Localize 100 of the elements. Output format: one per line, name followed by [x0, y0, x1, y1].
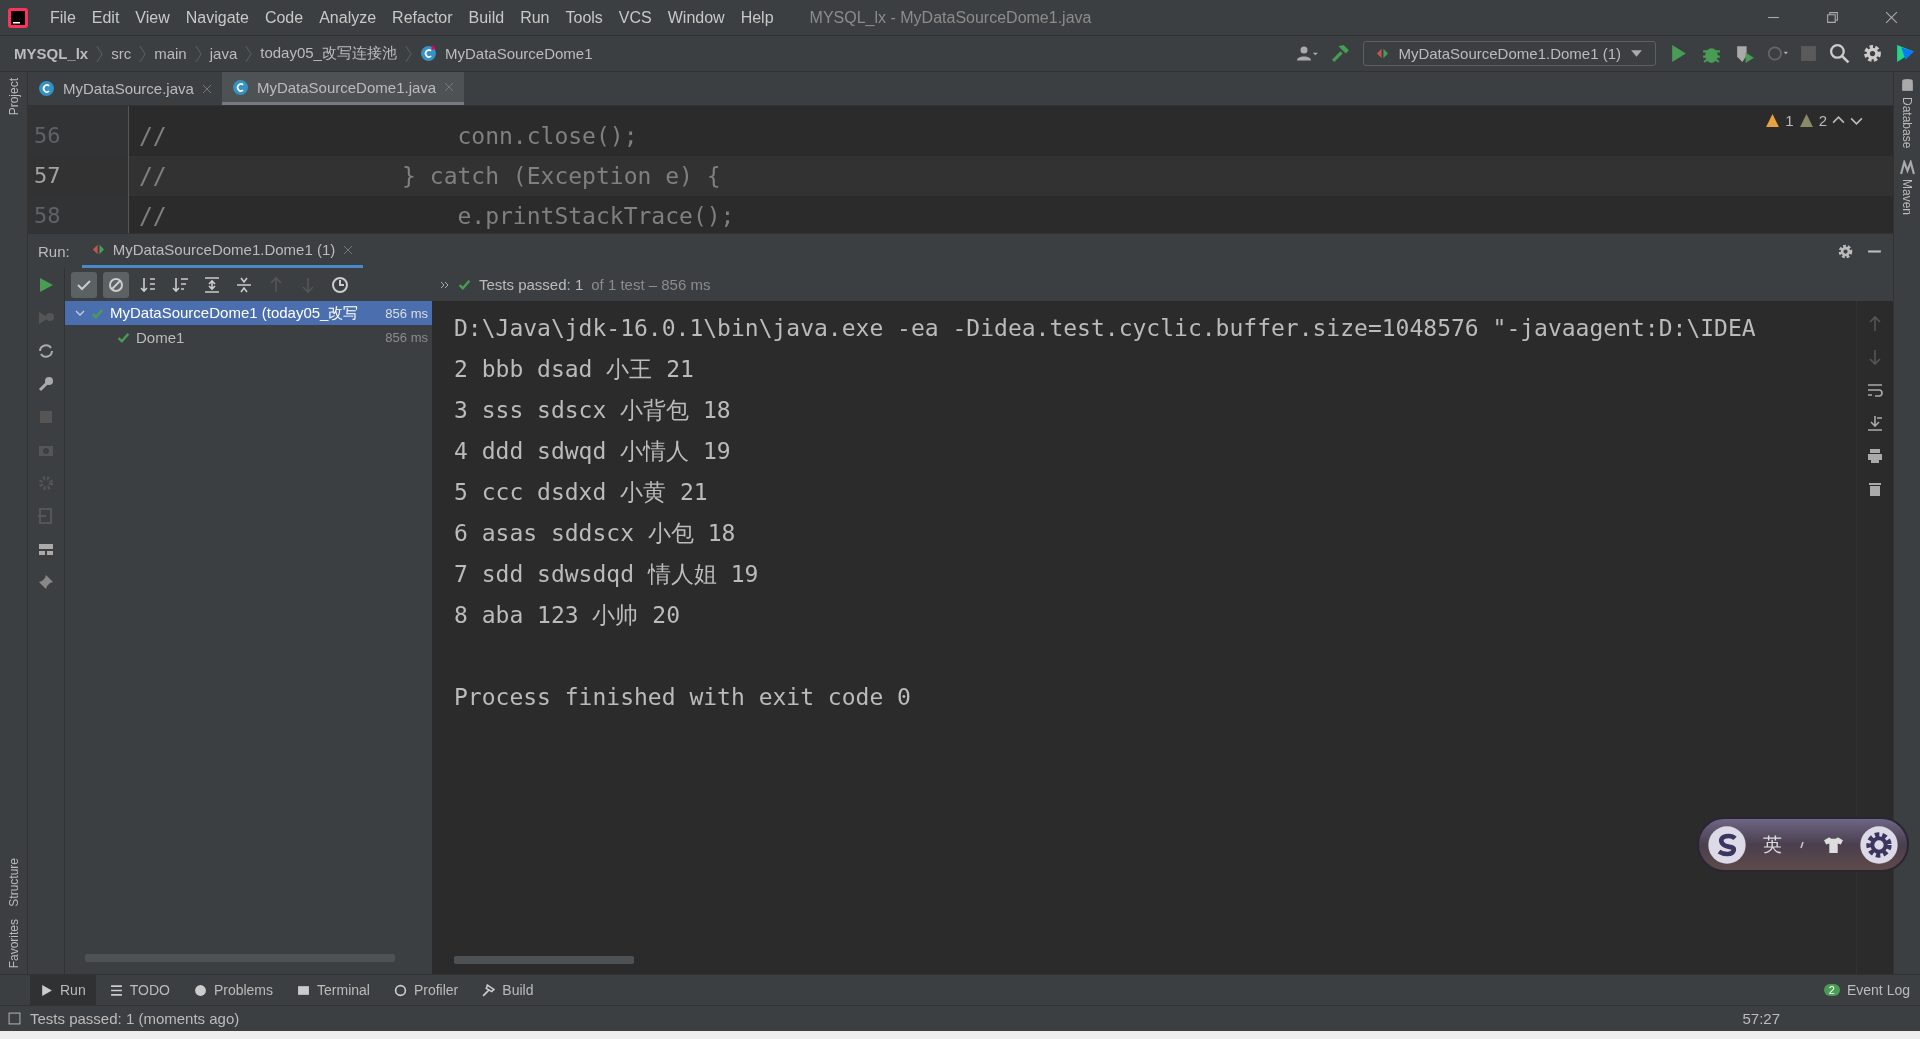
- scrollbar-thumb[interactable]: [454, 956, 634, 964]
- app-logo-icon: [8, 7, 28, 28]
- menu-item[interactable]: Help: [732, 8, 782, 27]
- wrench-icon[interactable]: [37, 375, 55, 393]
- breadcrumb[interactable]: src: [111, 45, 132, 62]
- test-duration: 856 ms: [385, 329, 428, 345]
- tool-window-title: Run:: [38, 242, 70, 260]
- test-status: Tests passed: 1: [479, 276, 584, 293]
- tool-window-tab[interactable]: Database: [1894, 72, 1920, 155]
- input-mode[interactable]: 英: [1762, 831, 1782, 858]
- logo-icon[interactable]: [1707, 824, 1747, 865]
- toolbox-icon[interactable]: [1895, 43, 1916, 64]
- console-line: Process finished with exit code 0: [454, 683, 912, 712]
- status-message: Tests passed: 1 (moments ago): [30, 1010, 240, 1027]
- database-icon: [1899, 78, 1915, 93]
- tool-window-tab[interactable]: Favorites: [0, 912, 27, 974]
- breadcrumb[interactable]: java: [209, 45, 238, 62]
- tool-window-button[interactable]: TODO: [99, 975, 180, 1005]
- test-config-icon: [91, 243, 105, 256]
- hammer-icon[interactable]: [1330, 43, 1352, 64]
- warning-count[interactable]: 1: [1785, 112, 1794, 129]
- show-ignored-icon[interactable]: [103, 271, 129, 298]
- restore-icon[interactable]: [1826, 11, 1839, 24]
- class-icon: [38, 80, 55, 97]
- panel-icon[interactable]: [8, 1012, 21, 1025]
- warning-count[interactable]: 2: [1818, 112, 1827, 129]
- dropdown-arrow-icon: [1630, 47, 1643, 60]
- console-line: 2 bbb dsad 小王 21: [454, 355, 695, 384]
- run-configuration-dropdown[interactable]: MyDataSourceDome1.Dome1 (1): [1363, 41, 1656, 66]
- close-icon[interactable]: [1885, 11, 1898, 24]
- warning-icon: [1798, 113, 1814, 128]
- menu-item[interactable]: Window: [659, 8, 733, 27]
- code-line: // conn.close();: [139, 123, 638, 149]
- test-duration: 856 ms: [385, 305, 428, 321]
- console-line: 5 ccc dsdxd 小黄 21: [454, 478, 709, 507]
- console-line: 3 sss sdscx 小背包 18: [454, 396, 732, 425]
- settings-icon[interactable]: [1837, 242, 1854, 260]
- menu-item[interactable]: File: [42, 8, 84, 27]
- tool-window-tab[interactable]: Project: [0, 72, 27, 122]
- code-line: // } catch (Exception e) {: [139, 163, 721, 189]
- scroll-to-end-icon[interactable]: [1866, 414, 1884, 432]
- test-config-icon: [1376, 47, 1390, 60]
- breadcrumb[interactable]: MyDataSourceDome1: [444, 45, 593, 62]
- tool-window-button[interactable]: Run: [30, 975, 96, 1005]
- tool-window-tab[interactable]: Maven: [1894, 154, 1920, 222]
- window-title: MYSQL_lx - MyDataSourceDome1.java: [809, 8, 1092, 27]
- test-tree-row[interactable]: Dome1 856 ms: [65, 325, 432, 349]
- chevron-icon: [245, 44, 253, 63]
- caret-position[interactable]: 57:27: [1742, 1010, 1780, 1027]
- coverage-icon[interactable]: [1734, 43, 1755, 64]
- tool-window-button[interactable]: Problems: [183, 975, 284, 1005]
- chevron-icon: [139, 44, 147, 63]
- toggle-auto-test-icon[interactable]: [37, 342, 55, 360]
- maven-icon: [1899, 160, 1915, 176]
- breadcrumb[interactable]: today05_改写连接池: [260, 44, 397, 63]
- close-icon[interactable]: [201, 83, 212, 94]
- menu-item[interactable]: Tools: [557, 8, 611, 27]
- tool-window-button[interactable]: Build: [472, 975, 544, 1005]
- search-icon[interactable]: [1829, 43, 1850, 64]
- menu-item[interactable]: Build: [460, 8, 513, 27]
- editor-tab[interactable]: MyDataSource.java: [28, 72, 222, 105]
- tool-window-button[interactable]: Terminal: [287, 975, 380, 1005]
- show-passed-icon[interactable]: [71, 271, 97, 298]
- test-name: MyDataSourceDome1 (today05_改写: [110, 303, 360, 323]
- menu-item[interactable]: Code: [256, 8, 312, 27]
- class-icon: [419, 45, 437, 62]
- editor-tab[interactable]: MyDataSourceDome1.java: [221, 72, 465, 105]
- console-line: D:\Java\jdk-16.0.1\bin\java.exe -ea -Didea.test.cyclic.buffer.size=1048576 "-javaagent:D:\IDEA: [454, 314, 1757, 343]
- menu-item[interactable]: Edit: [83, 8, 128, 27]
- test-name: Dome1: [136, 328, 186, 346]
- menu-item[interactable]: Analyze: [311, 8, 385, 27]
- test-tree-row[interactable]: MyDataSourceDome1 (today05_改写 856 ms: [65, 301, 432, 325]
- menu-item[interactable]: View: [127, 8, 178, 27]
- rerun-icon[interactable]: [37, 276, 55, 294]
- notification-count: 2: [1823, 984, 1840, 996]
- breadcrumb[interactable]: MYSQL_lx: [14, 45, 89, 62]
- test-status-detail: of 1 test – 856 ms: [591, 276, 711, 293]
- menu-item[interactable]: Navigate: [177, 8, 257, 27]
- input-method-toolbar[interactable]: 英: [1697, 817, 1909, 872]
- punctuation-icon[interactable]: [1797, 839, 1807, 850]
- event-log-button[interactable]: 2 Event Log: [1813, 975, 1920, 1005]
- menu-item[interactable]: VCS: [610, 8, 660, 27]
- settings-icon[interactable]: [1859, 824, 1899, 865]
- breadcrumb[interactable]: main: [154, 45, 187, 62]
- console-line: 6 asas sddscx 小包 18: [454, 519, 737, 548]
- console-line: 8 aba 123 小帅 20: [454, 601, 681, 630]
- check-icon: [458, 278, 471, 291]
- trash-icon[interactable]: [1866, 480, 1884, 498]
- menu-item[interactable]: Run: [512, 8, 558, 27]
- tool-window-tab[interactable]: Structure: [0, 851, 27, 913]
- menu-item[interactable]: Refactor: [384, 8, 461, 27]
- pin-icon[interactable]: [37, 573, 55, 591]
- print-icon[interactable]: [1866, 447, 1884, 465]
- soft-wrap-icon[interactable]: [1866, 381, 1884, 399]
- settings-icon[interactable]: [1862, 43, 1883, 64]
- console-line: 7 sdd sdwsdqd 情人姐 19: [454, 560, 760, 589]
- more-icon[interactable]: [440, 279, 450, 290]
- close-icon[interactable]: [343, 244, 354, 255]
- shirt-icon[interactable]: [1822, 834, 1844, 855]
- tool-window-button[interactable]: Profiler: [383, 975, 469, 1005]
